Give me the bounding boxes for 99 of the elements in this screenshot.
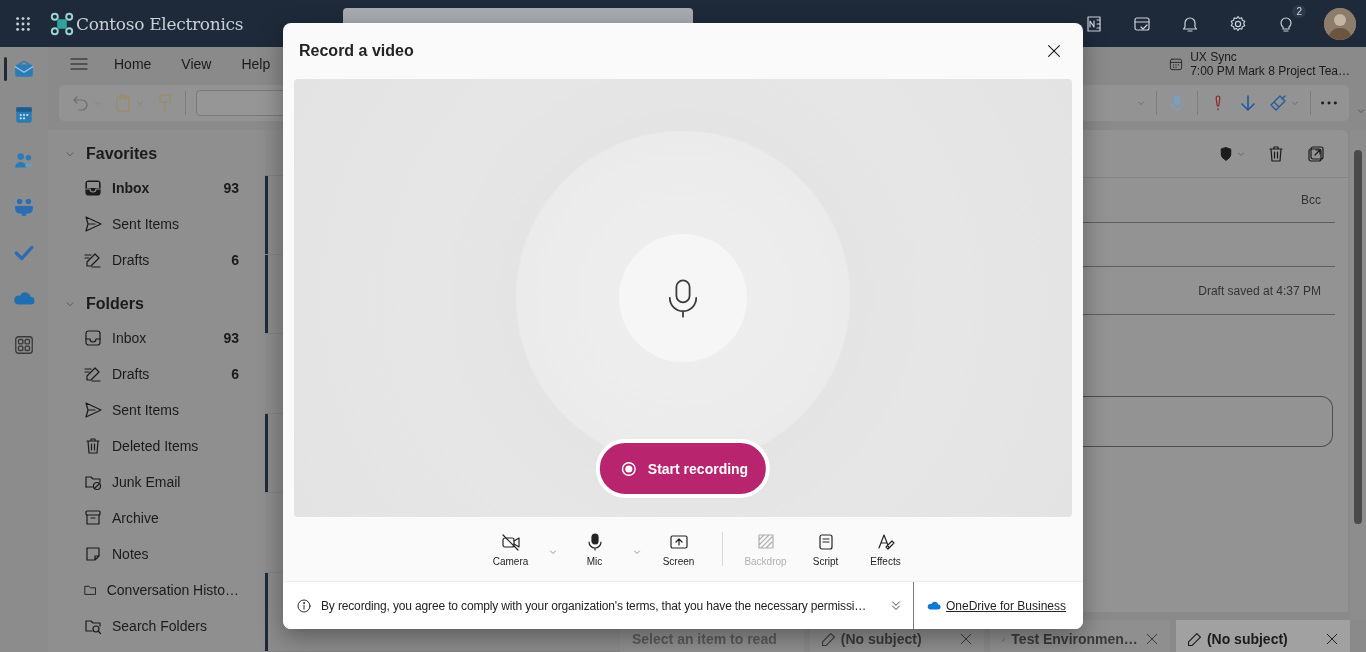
ellipsis-icon	[1321, 101, 1337, 105]
teams-icon	[13, 196, 35, 218]
folder-name: Inbox	[112, 180, 151, 196]
ribbon-tab[interactable]: Home	[99, 55, 167, 72]
expand-notice-icon[interactable]	[889, 598, 903, 613]
brush-icon	[1268, 93, 1288, 113]
folder-item[interactable]: Drafts 6	[48, 356, 265, 392]
more-options-icon[interactable]	[1321, 101, 1337, 105]
pencil-icon	[821, 632, 835, 646]
ribbon-tab[interactable]: View	[166, 55, 227, 72]
sensitivity-button[interactable]	[1218, 145, 1246, 162]
low-importance-button[interactable]	[1238, 93, 1258, 113]
shield-icon	[1218, 145, 1234, 162]
notebook-glyph-icon	[1084, 13, 1104, 34]
chevron-down-icon	[1290, 98, 1300, 108]
inbox-folder-icon	[83, 328, 103, 348]
meeting-title[interactable]: UX Sync	[1190, 49, 1350, 64]
person-silhouette-icon	[1324, 7, 1356, 40]
bcc-link[interactable]: Bcc	[1301, 193, 1321, 207]
microphone-icon	[1167, 93, 1187, 113]
folder-name: Conversation Histo…	[106, 582, 239, 598]
folder-name: Sent Items	[112, 402, 180, 418]
double-chevron-icon	[889, 598, 903, 613]
folder-item[interactable]: Notes	[48, 536, 265, 572]
folder-item[interactable]: Inbox 93	[48, 170, 265, 206]
archive-folder-icon	[83, 508, 103, 528]
folder-section-header[interactable]: Folders	[48, 288, 144, 320]
notification-badge: 2	[1292, 4, 1306, 18]
dialog-title: Record a video	[299, 42, 414, 60]
calendar-icon	[13, 104, 35, 126]
pop-out-icon	[1306, 143, 1326, 164]
meeting-detail[interactable]: 7:00 PM Mark 8 Project Tea…	[1190, 63, 1350, 78]
draft-tab-title: (No subject)	[840, 631, 923, 647]
draft-tab-title: Test Environmen…	[1011, 631, 1138, 647]
ribbon-tab[interactable]: Help	[226, 55, 286, 72]
sweep-button[interactable]	[1268, 93, 1300, 113]
grid-dots-icon	[14, 14, 32, 33]
folder-item[interactable]: Search Folders	[48, 608, 265, 644]
draft-status: Draft saved at 4:37 PM	[1198, 283, 1321, 298]
close-glyph-icon	[1324, 631, 1340, 647]
folder-name: Deleted Items	[112, 438, 200, 454]
folder-item[interactable]: Conversation Histo…	[48, 572, 265, 608]
consent-notice: By recording, you agree to comply with your organization's terms, that you have the necessary permissi…	[321, 598, 868, 613]
chevron-down-icon	[1356, 106, 1366, 116]
screen-tool-button[interactable]: Screen	[649, 531, 708, 567]
folder-item[interactable]: Sent Items	[48, 206, 265, 242]
sent-folder-icon	[83, 400, 103, 420]
close-icon	[1045, 42, 1063, 60]
effects-tool-button[interactable]: Effects	[856, 531, 915, 567]
unread-count: 6	[231, 366, 239, 382]
scrollbar-thumb[interactable]	[1354, 150, 1362, 524]
unread-count: 93	[223, 330, 239, 346]
folder-name: Notes	[112, 546, 150, 562]
folder-name: Search Folders	[112, 618, 208, 634]
chevron-down-icon	[631, 547, 642, 557]
folder-item[interactable]: Deleted Items	[48, 428, 265, 464]
draft-tab-title: (No subject)	[1206, 631, 1289, 647]
folder-name: Sent Items	[112, 216, 180, 232]
inbox-folder-icon	[83, 178, 103, 198]
unread-count: 93	[223, 180, 239, 196]
close-button[interactable]	[1045, 42, 1063, 60]
info-icon	[296, 597, 312, 614]
apps-icon	[13, 334, 35, 356]
folder-name: Junk Email	[112, 474, 182, 490]
gear-icon	[1228, 13, 1248, 34]
start-recording-button[interactable]: Start recording	[595, 439, 771, 498]
avatar[interactable]	[1324, 7, 1356, 40]
chevron-down-icon	[547, 547, 558, 557]
close-tab-icon[interactable]	[1324, 631, 1340, 647]
mail-icon	[13, 58, 35, 80]
notes-folder-icon	[83, 544, 103, 564]
clipboard-icon	[113, 93, 133, 113]
app-launcher-icon[interactable]	[14, 14, 32, 33]
sent-folder-icon	[83, 214, 103, 234]
draft-tab[interactable]: (No subject)	[1175, 620, 1350, 652]
unread-count: 6	[231, 252, 239, 268]
arrow-down-icon	[1238, 93, 1258, 113]
record-icon	[619, 459, 638, 478]
folder-item[interactable]: Archive	[48, 500, 265, 536]
folder-name: Drafts	[112, 366, 151, 382]
backdrop-icon	[755, 531, 776, 552]
logo-icon	[50, 11, 74, 36]
notebook-icon[interactable]	[1084, 13, 1104, 34]
pop-out-button[interactable]	[1306, 143, 1326, 164]
onedrive-link[interactable]: OneDrive for Business	[946, 598, 1067, 613]
script-tool-button[interactable]: Script	[796, 531, 855, 567]
mic-tool-button[interactable]: Mic	[565, 531, 624, 567]
folder-section-header[interactable]: Favorites	[48, 138, 158, 170]
pencil-icon	[1187, 632, 1201, 646]
folder-item[interactable]: Sent Items	[48, 392, 265, 428]
camera-tool-button[interactable]: Camera	[481, 531, 540, 567]
folder-item[interactable]: Drafts 6	[48, 242, 265, 278]
folder-name: Drafts	[112, 252, 151, 268]
brand-name: Contoso Electronics	[76, 13, 244, 34]
folder-item[interactable]: Inbox 93	[48, 320, 265, 356]
settings-icon[interactable]	[1228, 13, 1248, 34]
folder-item[interactable]: Junk Email	[48, 464, 265, 500]
folder-name: Archive	[112, 510, 160, 526]
folder-name: Inbox	[112, 330, 148, 346]
